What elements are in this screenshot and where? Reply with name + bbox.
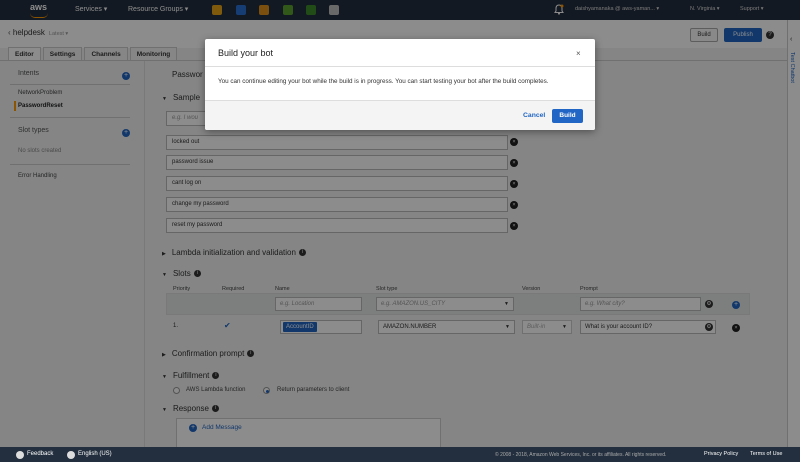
terms-of-use-link[interactable]: Terms of Use [750,451,782,457]
dialog-message: You can continue editing your bot while … [218,78,549,85]
copyright-text: © 2008 - 2018, Amazon Web Services, Inc.… [495,451,667,458]
feedback-icon[interactable] [16,450,24,459]
footer: Feedback English (US) © 2008 - 2018, Ama… [0,447,800,462]
build-button-confirm[interactable]: Build [552,109,583,123]
privacy-policy-link[interactable]: Privacy Policy [704,451,738,457]
dialog-title: Build your bot [218,48,274,58]
dialog-divider [205,66,595,67]
globe-icon[interactable] [67,450,75,459]
feedback-link[interactable]: Feedback [27,451,53,457]
close-icon[interactable]: × [576,49,581,58]
cancel-button[interactable]: Cancel [523,112,545,119]
language-selector[interactable]: English (US) [78,451,112,457]
build-bot-dialog: Build your bot × You can continue editin… [205,39,595,130]
